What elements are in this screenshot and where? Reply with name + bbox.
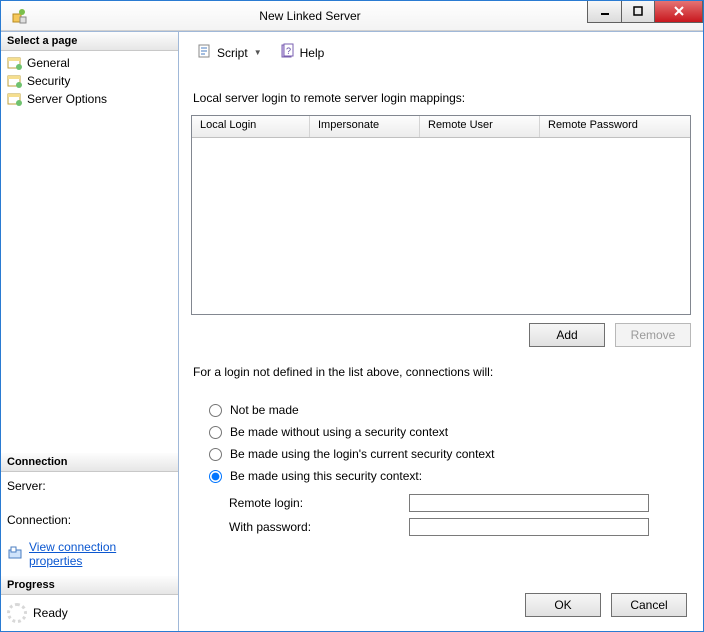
col-remote-password[interactable]: Remote Password — [540, 116, 690, 137]
radio-label: Be made using the login's current securi… — [230, 447, 494, 461]
col-impersonate[interactable]: Impersonate — [310, 116, 420, 137]
col-remote-user[interactable]: Remote User — [420, 116, 540, 137]
ok-button[interactable]: OK — [525, 593, 601, 617]
maximize-button[interactable] — [621, 1, 655, 23]
script-icon — [197, 43, 213, 62]
radio-label: Not be made — [230, 403, 299, 417]
progress-status: Ready — [33, 606, 68, 620]
dialog-window: New Linked Server Select a page Gene — [0, 0, 704, 632]
radio-current-ctx-input[interactable] — [209, 448, 222, 461]
mappings-label: Local server login to remote server logi… — [193, 91, 691, 105]
minimize-button[interactable] — [587, 1, 621, 23]
dialog-footer: OK Cancel — [191, 581, 691, 621]
col-local-login[interactable]: Local Login — [192, 116, 310, 137]
with-password-input[interactable] — [409, 518, 649, 536]
script-button[interactable]: Script ▼ — [191, 40, 268, 65]
script-label: Script — [217, 46, 248, 60]
progress-header: Progress — [1, 576, 178, 595]
radio-not-be-made-input[interactable] — [209, 404, 222, 417]
page-security[interactable]: Security — [5, 72, 174, 90]
toolbar: Script ▼ ? Help — [191, 38, 691, 73]
properties-icon — [7, 545, 23, 564]
remove-button: Remove — [615, 323, 691, 347]
connection-label: Connection: — [7, 510, 172, 530]
page-icon — [7, 91, 23, 107]
progress-panel: Ready — [1, 595, 178, 631]
with-password-label: With password: — [229, 520, 409, 534]
radio-without-ctx-input[interactable] — [209, 426, 222, 439]
connection-header: Connection — [1, 453, 178, 472]
login-mappings-grid[interactable]: Local Login Impersonate Remote User Remo… — [191, 115, 691, 315]
radio-not-be-made[interactable]: Not be made — [209, 399, 691, 421]
help-label: Help — [300, 46, 325, 60]
page-icon — [7, 73, 23, 89]
server-label: Server: — [7, 476, 172, 496]
titlebar: New Linked Server — [1, 1, 703, 31]
page-label: Security — [27, 74, 70, 88]
dialog-body: Select a page General Security — [1, 31, 703, 631]
remote-login-input[interactable] — [409, 494, 649, 512]
app-icon — [5, 2, 33, 30]
remote-login-label: Remote login: — [229, 496, 409, 510]
security-context-credentials: Remote login: With password: — [229, 491, 649, 539]
help-icon: ? — [280, 43, 296, 62]
grid-header-row: Local Login Impersonate Remote User Remo… — [192, 116, 690, 138]
add-button[interactable]: Add — [529, 323, 605, 347]
page-label: Server Options — [27, 92, 107, 106]
radio-this-security-context[interactable]: Be made using this security context: — [209, 465, 691, 487]
connection-mode-radios: Not be made Be made without using a secu… — [209, 399, 691, 487]
page-server-options[interactable]: Server Options — [5, 90, 174, 108]
content-panel: Script ▼ ? Help Local server login to re… — [179, 32, 703, 631]
not-defined-label: For a login not defined in the list abov… — [193, 365, 691, 379]
help-button[interactable]: ? Help — [274, 40, 331, 65]
radio-this-ctx-input[interactable] — [209, 470, 222, 483]
grid-buttons: Add Remove — [191, 315, 691, 347]
select-page-header: Select a page — [1, 32, 178, 51]
page-label: General — [27, 56, 70, 70]
radio-current-security-context[interactable]: Be made using the login's current securi… — [209, 443, 691, 465]
sidebar: Select a page General Security — [1, 32, 179, 631]
page-general[interactable]: General — [5, 54, 174, 72]
progress-spinner-icon — [7, 603, 27, 623]
svg-text:?: ? — [286, 46, 291, 56]
page-icon — [7, 55, 23, 71]
page-list: General Security Server Options — [1, 51, 178, 116]
window-buttons — [587, 1, 703, 23]
close-button[interactable] — [655, 1, 703, 23]
view-connection-properties-link[interactable]: View connection properties — [29, 540, 172, 568]
radio-label: Be made without using a security context — [230, 425, 448, 439]
radio-label: Be made using this security context: — [230, 469, 422, 483]
connection-panel: Server: Connection: View connection prop… — [1, 472, 178, 576]
chevron-down-icon: ▼ — [254, 48, 262, 57]
cancel-button[interactable]: Cancel — [611, 593, 687, 617]
window-title: New Linked Server — [33, 9, 587, 23]
radio-without-security-context[interactable]: Be made without using a security context — [209, 421, 691, 443]
